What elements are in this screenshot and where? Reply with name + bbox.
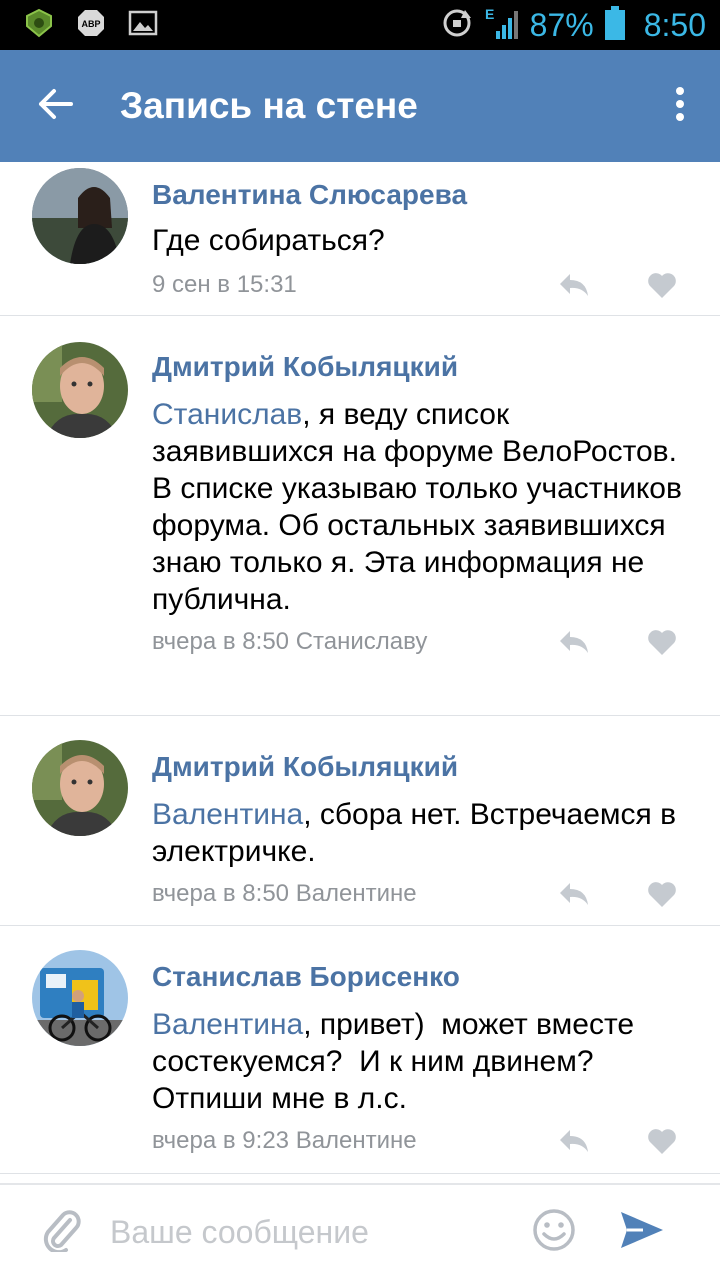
comment-text-body: Где собираться? xyxy=(152,224,385,257)
comment-author[interactable]: Дмитрий Кобыляцкий xyxy=(152,750,690,784)
comment-author[interactable]: Дмитрий Кобыляцкий xyxy=(152,350,690,384)
comment-meta: вчера в 8:50 Валентине xyxy=(152,878,690,910)
send-icon xyxy=(619,1210,665,1255)
page-title: Запись на стене xyxy=(120,85,418,126)
comment-actions xyxy=(558,269,690,301)
heart-icon xyxy=(648,1129,676,1154)
comment-date: 9 сен в 15:31 xyxy=(152,271,297,299)
heart-icon xyxy=(648,630,676,655)
comment-date: вчера в 8:50 Станиславу xyxy=(152,628,427,656)
attach-button[interactable] xyxy=(14,1185,110,1280)
reply-icon xyxy=(560,274,588,296)
message-input[interactable] xyxy=(110,1214,510,1251)
comment-reply-to[interactable]: Валентине xyxy=(296,1127,417,1154)
comment-meta: 9 сен в 15:31 xyxy=(152,269,690,301)
reply-icon xyxy=(560,883,588,905)
comment-date-text: вчера в 9:23 xyxy=(152,1127,290,1154)
comment-author[interactable]: Валентина Слюсарева xyxy=(152,178,690,212)
heart-icon xyxy=(648,273,676,298)
comment-author[interactable]: Станислав Борисенко xyxy=(152,960,690,994)
comment-body: Валентина Слюсарева Где собираться? 9 се… xyxy=(152,168,720,315)
comment-text: Где собираться? xyxy=(152,222,690,259)
comment-actions xyxy=(558,626,690,658)
reply-button[interactable] xyxy=(558,1125,590,1157)
battery-icon xyxy=(604,5,626,46)
message-composer xyxy=(0,1183,720,1280)
comment-body: Станислав Борисенко Валентина, привет) м… xyxy=(152,950,720,1173)
paperclip-icon xyxy=(42,1208,82,1257)
comment-mention[interactable]: Валентина xyxy=(152,798,303,831)
comment-item: Дмитрий Кобыляцкий Станислав, я веду спи… xyxy=(0,316,720,716)
emoji-button[interactable] xyxy=(524,1203,584,1263)
comment-text: Валентина, сбора нет. Встречаемся в элек… xyxy=(152,796,690,870)
clock: 8:50 xyxy=(643,6,706,43)
like-button[interactable] xyxy=(646,1125,678,1157)
comment-text: Валентина, привет) может вместе состекуе… xyxy=(152,1006,690,1117)
reply-icon xyxy=(560,1130,588,1152)
like-button[interactable] xyxy=(646,626,678,658)
smiley-icon xyxy=(532,1208,576,1257)
comment-mention[interactable]: Станислав xyxy=(152,398,302,431)
avatar[interactable] xyxy=(32,950,128,1046)
reply-button[interactable] xyxy=(558,878,590,910)
avatar[interactable] xyxy=(32,740,128,836)
comment-text: Станислав, я веду список заявившихся на … xyxy=(152,396,690,618)
like-button[interactable] xyxy=(646,269,678,301)
back-button[interactable] xyxy=(0,50,110,162)
comment-actions xyxy=(558,878,690,910)
like-button[interactable] xyxy=(646,878,678,910)
adblock-abp-icon: ABP xyxy=(76,8,106,43)
comment-reply-to[interactable]: Валентине xyxy=(296,880,417,907)
reply-button[interactable] xyxy=(558,626,590,658)
image-icon xyxy=(128,10,158,41)
status-bar: ABP E 87% 8:50 xyxy=(0,0,720,50)
comment-item: Дмитрий Кобыляцкий Валентина, сбора нет.… xyxy=(0,716,720,926)
comment-meta: вчера в 8:50 Станиславу xyxy=(152,626,690,658)
comment-actions xyxy=(558,1125,690,1157)
avatar[interactable] xyxy=(32,168,128,264)
sync-icon xyxy=(440,6,474,45)
comment-date-text: вчера в 8:50 xyxy=(152,628,290,655)
comment-date-text: 9 сен в 15:31 xyxy=(152,271,297,298)
battery-percent: 87% xyxy=(529,6,594,43)
network-type: E xyxy=(485,6,494,22)
comment-item: Валентина Слюсарева Где собираться? 9 се… xyxy=(0,162,720,316)
send-button[interactable] xyxy=(602,1193,682,1273)
shield-app-icon xyxy=(24,8,54,43)
comment-reply-to[interactable]: Станиславу xyxy=(296,628,428,655)
app-header: Запись на стене xyxy=(0,50,720,162)
comment-date: вчера в 9:23 Валентине xyxy=(152,1127,417,1155)
comment-mention[interactable]: Валентина xyxy=(152,1008,303,1041)
more-options-button[interactable] xyxy=(640,50,720,162)
heart-icon xyxy=(648,882,676,907)
reply-button[interactable] xyxy=(558,269,590,301)
reply-icon xyxy=(560,631,588,653)
signal-e-icon: E xyxy=(484,5,520,46)
comment-date: вчера в 8:50 Валентине xyxy=(152,880,417,908)
comment-date-text: вчера в 8:50 xyxy=(152,880,290,907)
comment-item: Станислав Борисенко Валентина, привет) м… xyxy=(0,926,720,1174)
arrow-left-icon xyxy=(37,88,73,125)
more-vertical-icon xyxy=(675,86,685,127)
comments-list: Валентина Слюсарева Где собираться? 9 се… xyxy=(0,162,720,1182)
avatar[interactable] xyxy=(32,342,128,438)
comment-body: Дмитрий Кобыляцкий Станислав, я веду спи… xyxy=(152,342,720,715)
comment-meta: вчера в 9:23 Валентине xyxy=(152,1125,690,1157)
adblock-label: ABP xyxy=(81,19,100,29)
comment-body: Дмитрий Кобыляцкий Валентина, сбора нет.… xyxy=(152,740,720,925)
